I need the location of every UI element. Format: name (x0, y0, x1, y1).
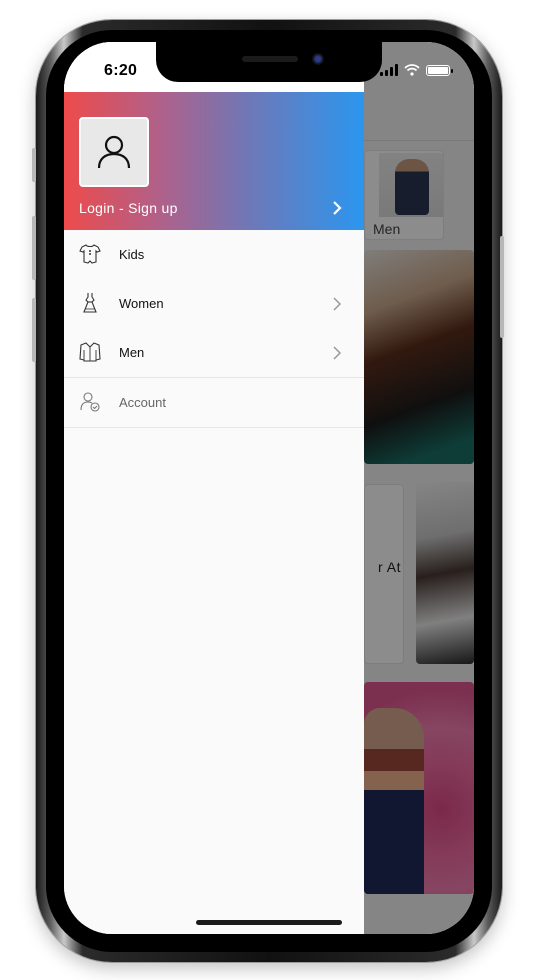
mute-switch (32, 148, 36, 182)
home-indicator[interactable] (196, 920, 342, 925)
menu-item-account[interactable]: Account (64, 378, 364, 427)
power-button (500, 236, 504, 338)
signal-icon (380, 64, 398, 76)
drawer-header[interactable]: Login - Sign up (64, 92, 364, 230)
drawer-menu: Kids Women Men Account (64, 230, 364, 428)
onesie-icon (79, 244, 101, 264)
chevron-right-icon (333, 346, 342, 360)
user-icon (97, 135, 131, 169)
chevron-right-icon (333, 297, 342, 311)
menu-item-women[interactable]: Women (64, 279, 364, 328)
login-signup-label[interactable]: Login - Sign up (79, 200, 178, 216)
phone-screen: Men r At Login - Sign up Kids Women Men … (64, 42, 474, 934)
speaker-grille (242, 56, 298, 62)
menu-item-label: Men (119, 345, 145, 360)
notch (156, 42, 382, 82)
user-check-icon (80, 392, 100, 412)
avatar[interactable] (79, 117, 149, 187)
menu-item-kids[interactable]: Kids (64, 230, 364, 279)
status-icons (380, 64, 453, 76)
volume-up-button (32, 216, 36, 280)
menu-item-label: Account (119, 395, 166, 410)
menu-item-men[interactable]: Men (64, 328, 364, 377)
menu-divider (64, 427, 364, 428)
front-camera (312, 53, 324, 65)
battery-icon (426, 64, 453, 76)
dress-icon (83, 293, 97, 313)
shirt-icon (79, 342, 101, 362)
volume-down-button (32, 298, 36, 362)
wifi-icon (404, 64, 420, 76)
status-time: 6:20 (104, 62, 138, 79)
chevron-right-icon[interactable] (330, 200, 344, 216)
side-drawer: Login - Sign up Kids Women Men Account (64, 42, 364, 934)
menu-item-label: Women (119, 296, 164, 311)
menu-item-label: Kids (119, 247, 145, 262)
